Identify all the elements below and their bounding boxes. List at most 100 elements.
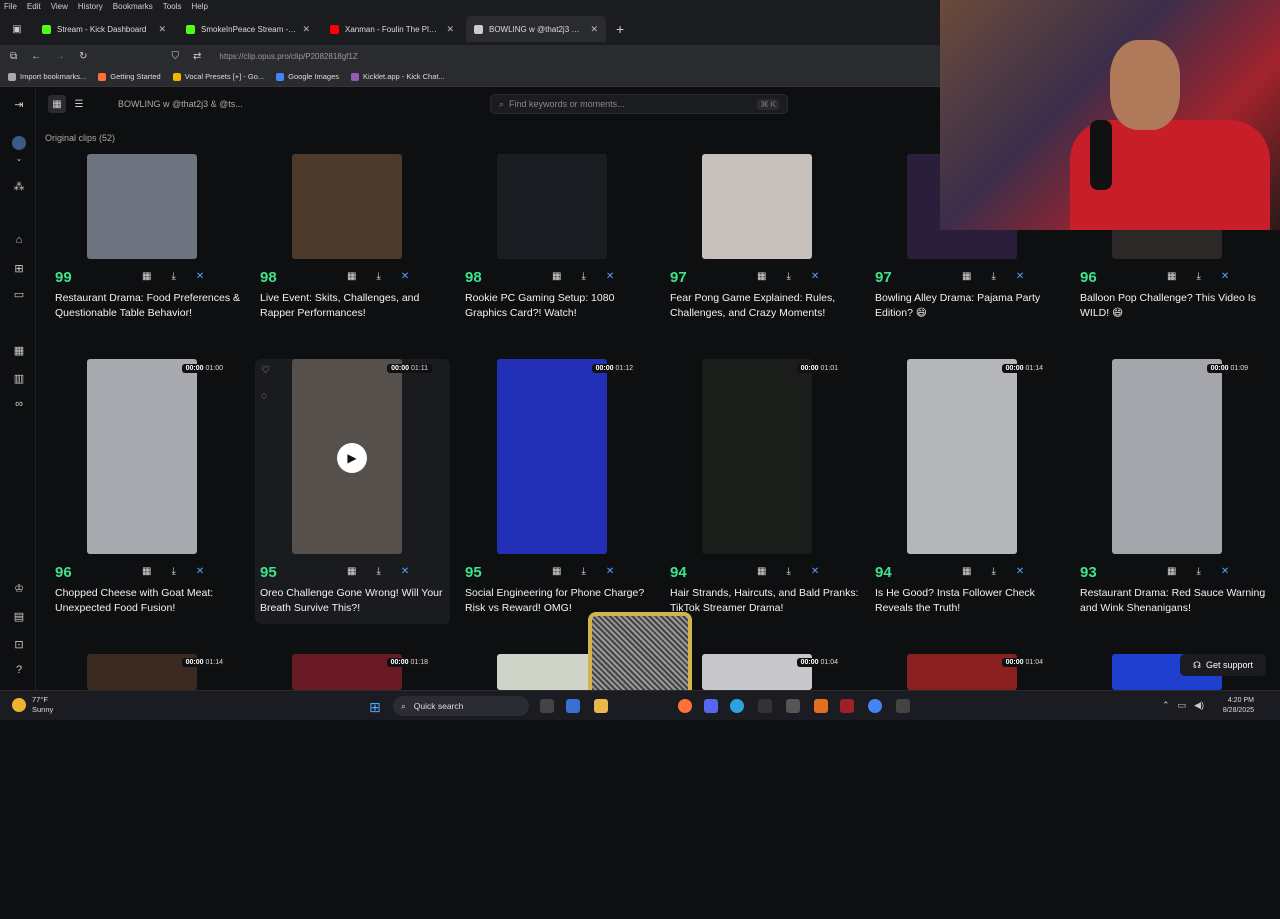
bookmark-item[interactable]: Kicklet.app - Kick Chat... — [351, 72, 445, 81]
crown-icon[interactable]: ♔ — [12, 582, 26, 595]
collapse-icon[interactable]: ⇥ — [12, 98, 26, 111]
menu-item-edit[interactable]: Edit — [27, 0, 41, 13]
reload-icon[interactable]: ↻ — [79, 51, 87, 62]
home-icon[interactable]: ⌂ — [12, 234, 26, 246]
analytics-icon[interactable]: ▥ — [12, 372, 26, 385]
window-menu-icon[interactable]: ▣ — [6, 18, 28, 40]
download-icon[interactable]: ⤓ — [786, 566, 790, 577]
clip-card[interactable]: 00:00 01:14 94 ▦ ⤓ ✕ Is He Good? Insta Follow… — [870, 359, 1065, 624]
schedule-icon[interactable]: ▦ — [1167, 271, 1176, 282]
clip-title[interactable]: Hair Strands, Haircuts, and Bald Pranks:… — [670, 586, 860, 616]
schedule-icon[interactable]: ▦ — [142, 566, 151, 577]
clip-thumbnail[interactable] — [292, 154, 402, 259]
clip-thumbnail[interactable] — [907, 359, 1017, 554]
clip-thumbnail[interactable] — [497, 359, 607, 554]
quick-search-input[interactable]: ⌕ Quick search — [393, 696, 529, 716]
get-support-button[interactable]: ☊ Get support — [1180, 654, 1266, 676]
help-icon[interactable]: ? — [12, 664, 26, 676]
clip-title[interactable]: Live Event: Skits, Challenges, and Rappe… — [260, 291, 450, 321]
x-share-icon[interactable]: ✕ — [1221, 271, 1229, 282]
file-explorer-icon[interactable] — [594, 699, 608, 713]
x-share-icon[interactable]: ✕ — [606, 271, 614, 282]
x-share-icon[interactable]: ✕ — [401, 271, 409, 282]
bookmark-item[interactable]: Vocal Presets [+] - Go... — [172, 72, 264, 81]
download-icon[interactable]: ⤓ — [786, 271, 790, 282]
clip-card[interactable]: 00:00 01:01 94 ▦ ⤓ ✕ Hair Strands, Haircuts, … — [665, 359, 860, 624]
book-icon[interactable]: ▤ — [12, 610, 26, 623]
clip-card[interactable]: 00:00 01:12 95 ▦ ⤓ ✕ Social Engineering for P… — [460, 359, 655, 624]
task-view-icon[interactable] — [540, 699, 554, 713]
download-icon[interactable]: ⤓ — [171, 566, 175, 577]
bookmark-item[interactable]: Import bookmarks... — [8, 72, 86, 81]
schedule-icon[interactable]: ▦ — [757, 566, 766, 577]
display-icon[interactable]: ▭ — [1178, 700, 1187, 711]
system-tray[interactable]: ⌃ ▭ ◀) — [1162, 700, 1204, 711]
magic-icon[interactable]: ⁂ — [12, 180, 26, 193]
schedule-icon[interactable]: ▦ — [757, 271, 766, 282]
clip-thumbnail[interactable] — [87, 359, 197, 554]
clip-thumbnail[interactable] — [87, 654, 197, 690]
x-share-icon[interactable]: ✕ — [196, 566, 204, 577]
close-icon[interactable]: ✕ — [590, 24, 598, 35]
folder-icon[interactable]: ▭ — [12, 288, 26, 301]
app-icon[interactable] — [758, 699, 772, 713]
x-share-icon[interactable]: ✕ — [1016, 271, 1024, 282]
grid-view-icon[interactable]: ▦ — [48, 95, 66, 113]
browser-tab[interactable]: SmokeInPeace Stream - Watch Live✕ — [178, 16, 318, 42]
x-share-icon[interactable]: ✕ — [401, 566, 409, 577]
bookmark-item[interactable]: Google Images — [276, 72, 339, 81]
download-icon[interactable]: ⤓ — [171, 271, 175, 282]
sidebar-toggle-icon[interactable]: ⧉ — [10, 51, 17, 62]
clip-thumbnail[interactable] — [702, 654, 812, 690]
vlc-icon[interactable] — [814, 699, 828, 713]
download-icon[interactable]: ⤓ — [991, 271, 995, 282]
menu-item-file[interactable]: File — [4, 0, 17, 13]
clip-title[interactable]: Bowling Alley Drama: Pajama Party Editio… — [875, 291, 1065, 321]
bookmark-item[interactable]: Getting Started — [98, 72, 161, 81]
clip-title[interactable]: Balloon Pop Challenge? This Video Is WIL… — [1080, 291, 1270, 321]
chevron-up-icon[interactable]: ⌃ — [1162, 700, 1170, 711]
browser-tab[interactable]: Xanman - Foulin The Plug [ OFF✕ — [322, 16, 462, 42]
x-share-icon[interactable]: ✕ — [811, 566, 819, 577]
weather-widget[interactable]: 77°F Sunny — [12, 695, 53, 715]
schedule-icon[interactable]: ▦ — [1167, 566, 1176, 577]
volume-icon[interactable]: ◀) — [1194, 700, 1204, 711]
browser-tab[interactable]: Stream - Kick Dashboard ✕ — [34, 16, 174, 42]
x-share-icon[interactable]: ✕ — [1221, 566, 1229, 577]
menu-item-view[interactable]: View — [51, 0, 68, 13]
clip-title[interactable]: Is He Good? Insta Follower Check Reveals… — [875, 586, 1065, 616]
x-share-icon[interactable]: ✕ — [606, 566, 614, 577]
clip-title[interactable]: Oreo Challenge Gone Wrong! Will Your Bre… — [260, 586, 450, 616]
x-share-icon[interactable]: ✕ — [196, 271, 204, 282]
heart-icon[interactable]: ♡ — [261, 365, 270, 376]
chevron-down-icon[interactable]: ⌄ — [12, 154, 26, 163]
windows-start-icon[interactable]: ⊞ — [369, 699, 381, 716]
menu-item-help[interactable]: Help — [191, 0, 207, 13]
schedule-icon[interactable]: ▦ — [962, 271, 971, 282]
close-icon[interactable]: ✕ — [158, 24, 166, 35]
clip-title[interactable]: Restaurant Drama: Red Sauce Warning and … — [1080, 586, 1270, 616]
menu-item-bookmarks[interactable]: Bookmarks — [113, 0, 153, 13]
close-icon[interactable]: ✕ — [302, 24, 310, 35]
clip-title[interactable]: Chopped Cheese with Goat Meat: Unexpecte… — [55, 586, 245, 616]
schedule-icon[interactable]: ▦ — [347, 566, 356, 577]
download-icon[interactable]: ⤓ — [1196, 566, 1200, 577]
comment-icon[interactable]: ◌ — [261, 391, 267, 402]
clip-card[interactable]: 00:00 01:00 96 ▦ ⤓ ✕ Chopped Cheese with Goat… — [50, 359, 245, 624]
clip-title[interactable]: Rookie PC Gaming Setup: 1080 Graphics Ca… — [465, 291, 655, 321]
browser-tab[interactable]: BOWLING w @that2j3 & @tsul✕ — [466, 16, 606, 42]
x-share-icon[interactable]: ✕ — [811, 271, 819, 282]
clip-thumbnail[interactable] — [1112, 359, 1222, 554]
download-icon[interactable]: ⤓ — [1196, 271, 1200, 282]
apps-icon[interactable]: ⊞ — [12, 262, 26, 275]
clip-title[interactable]: Fear Pong Game Explained: Rules, Challen… — [670, 291, 860, 321]
download-icon[interactable]: ⤓ — [376, 271, 380, 282]
calendar-icon[interactable]: ▦ — [12, 344, 26, 357]
schedule-icon[interactable]: ▦ — [552, 566, 561, 577]
close-icon[interactable]: ✕ — [446, 24, 454, 35]
app-icon[interactable] — [840, 699, 854, 713]
project-title[interactable]: BOWLING w @that2j3 & @ts... — [118, 99, 243, 109]
x-share-icon[interactable]: ✕ — [1016, 566, 1024, 577]
clip-thumbnail[interactable] — [702, 359, 812, 554]
discord-icon[interactable] — [704, 699, 718, 713]
